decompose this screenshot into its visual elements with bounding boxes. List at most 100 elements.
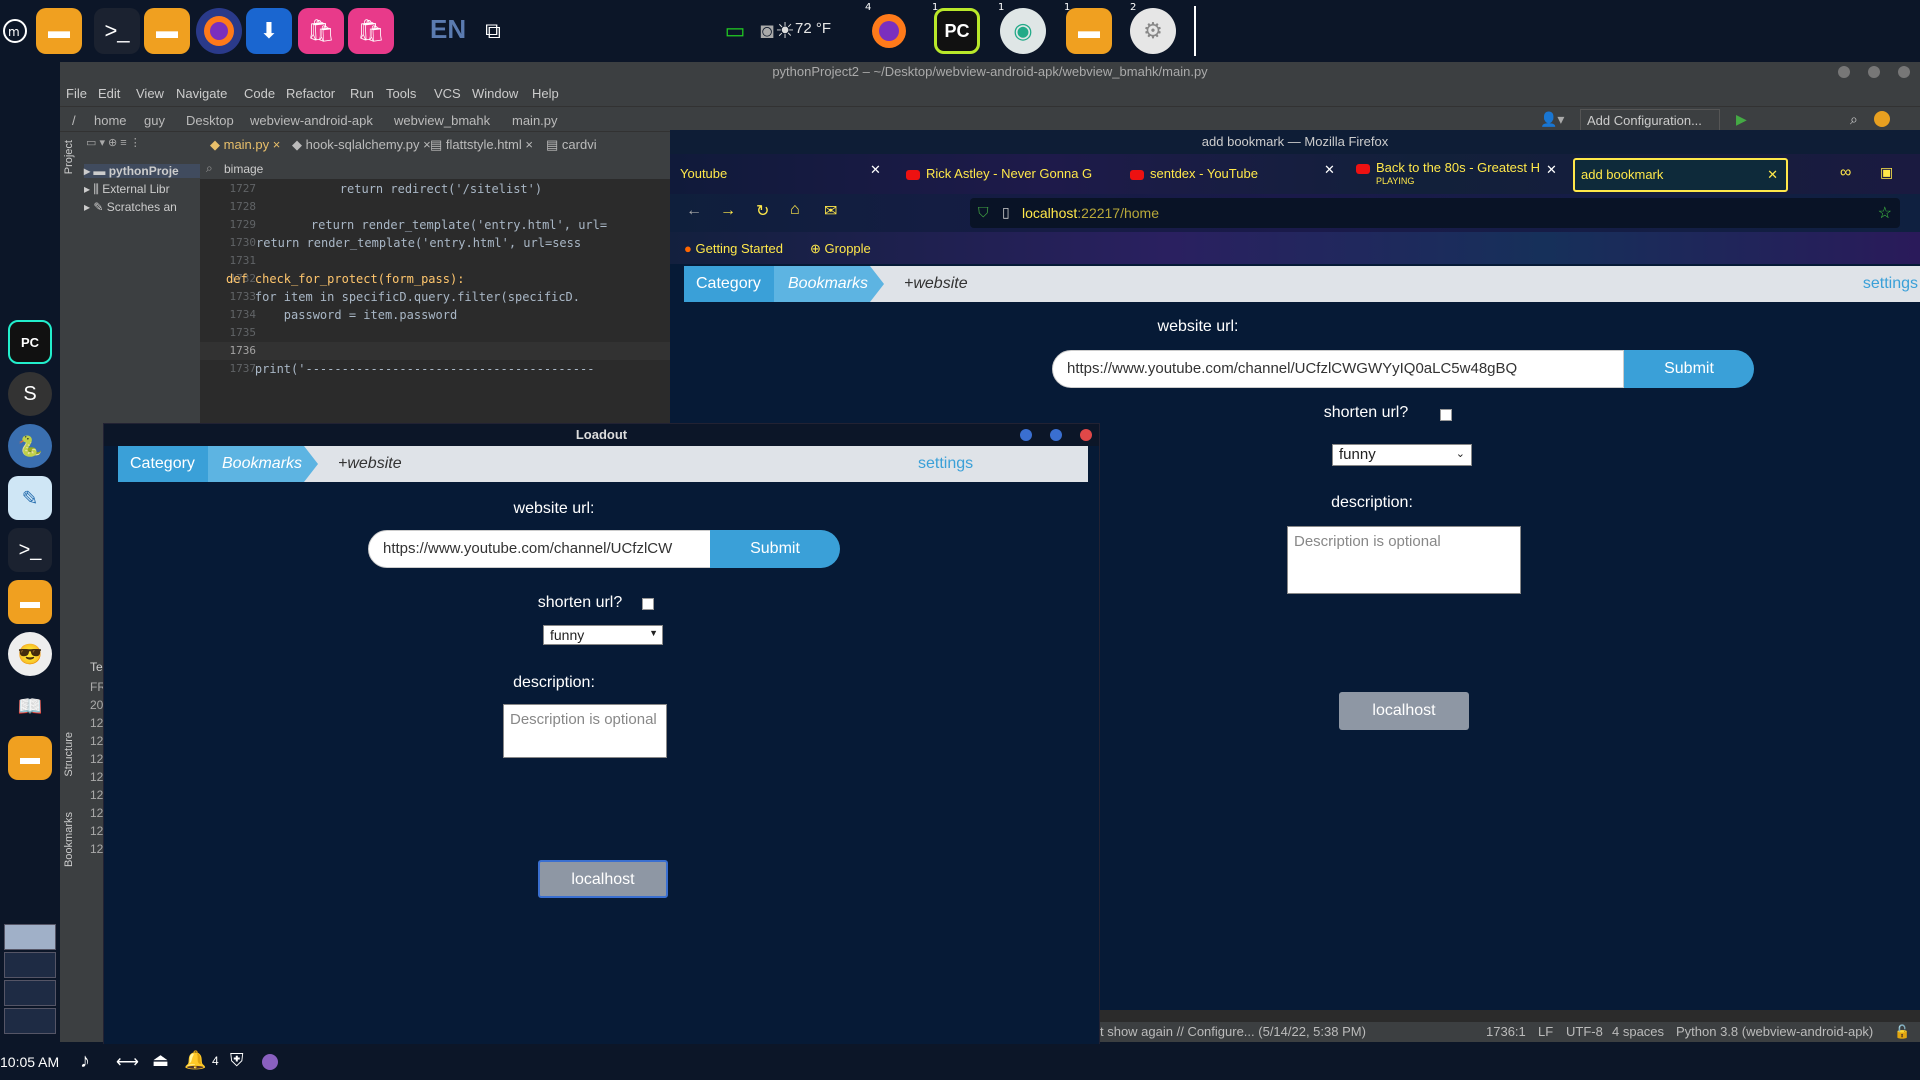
infinity-icon[interactable]: ∞ [1840, 164, 1851, 182]
nav-category[interactable]: Category [684, 266, 774, 302]
back-icon[interactable]: ← [686, 202, 702, 220]
workspace-3[interactable] [4, 980, 56, 1006]
terminal-icon[interactable]: >_ [94, 8, 140, 54]
weather-temperature[interactable]: 72 °F [795, 20, 831, 37]
tree-item-pythonproject[interactable]: ▸ ▬ pythonProje [84, 164, 200, 178]
software-manager-icon[interactable]: ⬇ [246, 8, 292, 54]
files-dock-icon[interactable]: ▬ [8, 736, 52, 780]
search-icon[interactable]: ⌕ [1850, 111, 1858, 128]
workspace-4[interactable] [4, 1008, 56, 1034]
minimize-button[interactable] [1838, 66, 1850, 78]
category-select[interactable]: funny ▼ [543, 625, 663, 645]
music-note-icon[interactable]: ♪ [80, 1050, 90, 1073]
mint-menu-icon[interactable]: m [0, 8, 30, 54]
files-running-icon[interactable]: ▬ [1066, 8, 1112, 54]
folder-icon[interactable]: ▬ [144, 8, 190, 54]
close-button[interactable] [1898, 66, 1910, 78]
indent-setting[interactable]: 4 spaces [1612, 1024, 1664, 1039]
store-icon[interactable]: 🛍 [298, 8, 344, 54]
sublime-s-icon[interactable]: S [8, 372, 52, 416]
run-icon[interactable]: ▶ [1736, 111, 1747, 128]
description-textarea[interactable]: Description is optional [1287, 526, 1521, 594]
minimize-button[interactable] [1020, 429, 1032, 441]
firefox-running-icon[interactable] [866, 8, 912, 54]
tab-sentdex[interactable]: sentdex - YouTube [1130, 158, 1330, 190]
workspace-2[interactable] [4, 952, 56, 978]
add-configuration-button[interactable]: Add Configuration... [1580, 109, 1720, 131]
menu-refactor[interactable]: Refactor [286, 86, 335, 101]
update-icon[interactable] [1874, 111, 1890, 127]
tab-hook-sqlalchemy[interactable]: ◆ hook-sqlalchemy.py × [292, 137, 431, 153]
menu-vcs[interactable]: VCS [434, 86, 461, 101]
tab-youtube[interactable]: Youtube [680, 158, 880, 190]
website-url-input[interactable]: https://www.youtube.com/channel/UCfzlCW [368, 530, 712, 568]
workspace-1[interactable] [4, 924, 56, 950]
tab-rick-astley[interactable]: Rick Astley - Never Gonna G [906, 158, 1096, 190]
localhost-button[interactable]: localhost [538, 860, 668, 898]
project-toolbar-icons[interactable]: ▭ ▾ ⊕ ≡ ⋮ [86, 136, 141, 149]
menu-help[interactable]: Help [532, 86, 559, 101]
crumb-desktop[interactable]: Desktop [186, 113, 234, 128]
extension-icon[interactable]: ✉ [824, 201, 837, 221]
menu-navigate[interactable]: Navigate [176, 86, 227, 101]
maximize-button[interactable] [1050, 429, 1062, 441]
book-icon[interactable]: 📖 [8, 684, 52, 728]
monitor-icon[interactable]: ▭ [720, 8, 750, 54]
sunglasses-app-icon[interactable]: 😎 [8, 632, 52, 676]
menu-run[interactable]: Run [350, 86, 374, 101]
menu-file[interactable]: File [66, 86, 87, 101]
terminal-dock-icon[interactable]: >_ [8, 528, 52, 572]
caret-position[interactable]: 1736:1 [1486, 1024, 1526, 1039]
editor-search-bar[interactable]: ⌕ bimage [200, 158, 670, 180]
tab-close-icon[interactable]: ✕ [870, 162, 881, 178]
website-url-input[interactable]: https://www.youtube.com/channel/UCfzlCWG… [1052, 350, 1624, 388]
status-message[interactable]: t show again // Configure... (5/14/22, 5… [1100, 1024, 1366, 1039]
store-icon-2[interactable]: 🛍 [348, 8, 394, 54]
forward-icon[interactable]: → [720, 202, 736, 220]
url-bar[interactable]: ⛉ ▯ localhost:22217/home ☆ [970, 198, 1900, 228]
tab-close-icon[interactable]: ✕ [1324, 162, 1335, 178]
localhost-button[interactable]: localhost [1339, 692, 1469, 730]
close-button[interactable] [1080, 429, 1092, 441]
bookmark-star-icon[interactable]: ☆ [1878, 203, 1892, 223]
nav-website[interactable]: +website [904, 266, 968, 302]
shield-update-icon[interactable]: ⛨ [230, 1050, 244, 1071]
pycharm-running-icon[interactable]: PC [934, 8, 980, 54]
tab-back-to-80s[interactable]: Back to the 80s - Greatest H PLAYING [1356, 158, 1556, 190]
code-editor[interactable]: 1727 return redirect('/sitelist') 1728 1… [200, 180, 670, 400]
nav-bookmarks[interactable]: Bookmarks [208, 446, 304, 482]
python-icon[interactable]: 🐍 [8, 424, 52, 468]
shorten-url-checkbox[interactable] [1440, 409, 1452, 421]
nav-bookmarks[interactable]: Bookmarks [774, 266, 870, 302]
lock-icon[interactable]: 🔓 [1894, 1024, 1910, 1040]
bookmark-getting-started[interactable]: ● Getting Started [684, 241, 783, 256]
category-select[interactable]: funny ⌄ [1332, 444, 1472, 466]
feather-app-icon[interactable]: ✎ [8, 476, 52, 520]
tab-flattstyle[interactable]: ▤ flattstyle.html × [430, 137, 533, 153]
crumb-webview-android-apk[interactable]: webview-android-apk [250, 113, 373, 128]
nav-settings[interactable]: settings [1863, 266, 1918, 302]
clock[interactable]: 10:05 AM [0, 1054, 59, 1070]
tab-add-bookmark[interactable]: add bookmark ✕ [1573, 158, 1788, 192]
tab-close-icon[interactable]: ✕ [1546, 162, 1557, 178]
structure-tool-tab[interactable]: Structure [63, 732, 75, 777]
search-text[interactable]: bimage [224, 162, 263, 176]
python-interpreter[interactable]: Python 3.8 (webview-android-apk) [1676, 1024, 1873, 1039]
project-tool-tab[interactable]: Project [63, 140, 75, 174]
nav-category[interactable]: Category [118, 446, 208, 482]
network-arrows-icon[interactable]: ⟷ [116, 1052, 139, 1072]
crumb-main-py[interactable]: main.py [512, 113, 558, 128]
removable-drive-icon[interactable]: ⏏ [152, 1050, 169, 1071]
settings-running-icon[interactable]: ⚙ [1130, 8, 1176, 54]
file-encoding[interactable]: UTF-8 [1566, 1024, 1603, 1039]
submit-button[interactable]: Submit [710, 530, 840, 568]
files-icon[interactable]: ▬ [36, 8, 82, 54]
user-icon[interactable]: 👤▾ [1540, 111, 1564, 128]
tab-main-py[interactable]: ◆ main.py × [210, 137, 280, 153]
menu-code[interactable]: Code [244, 86, 275, 101]
menu-view[interactable]: View [136, 86, 164, 101]
line-separator[interactable]: LF [1538, 1024, 1553, 1039]
nav-website[interactable]: +website [338, 446, 402, 482]
keyboard-language-indicator[interactable]: EN [430, 14, 466, 45]
maximize-button[interactable] [1868, 66, 1880, 78]
